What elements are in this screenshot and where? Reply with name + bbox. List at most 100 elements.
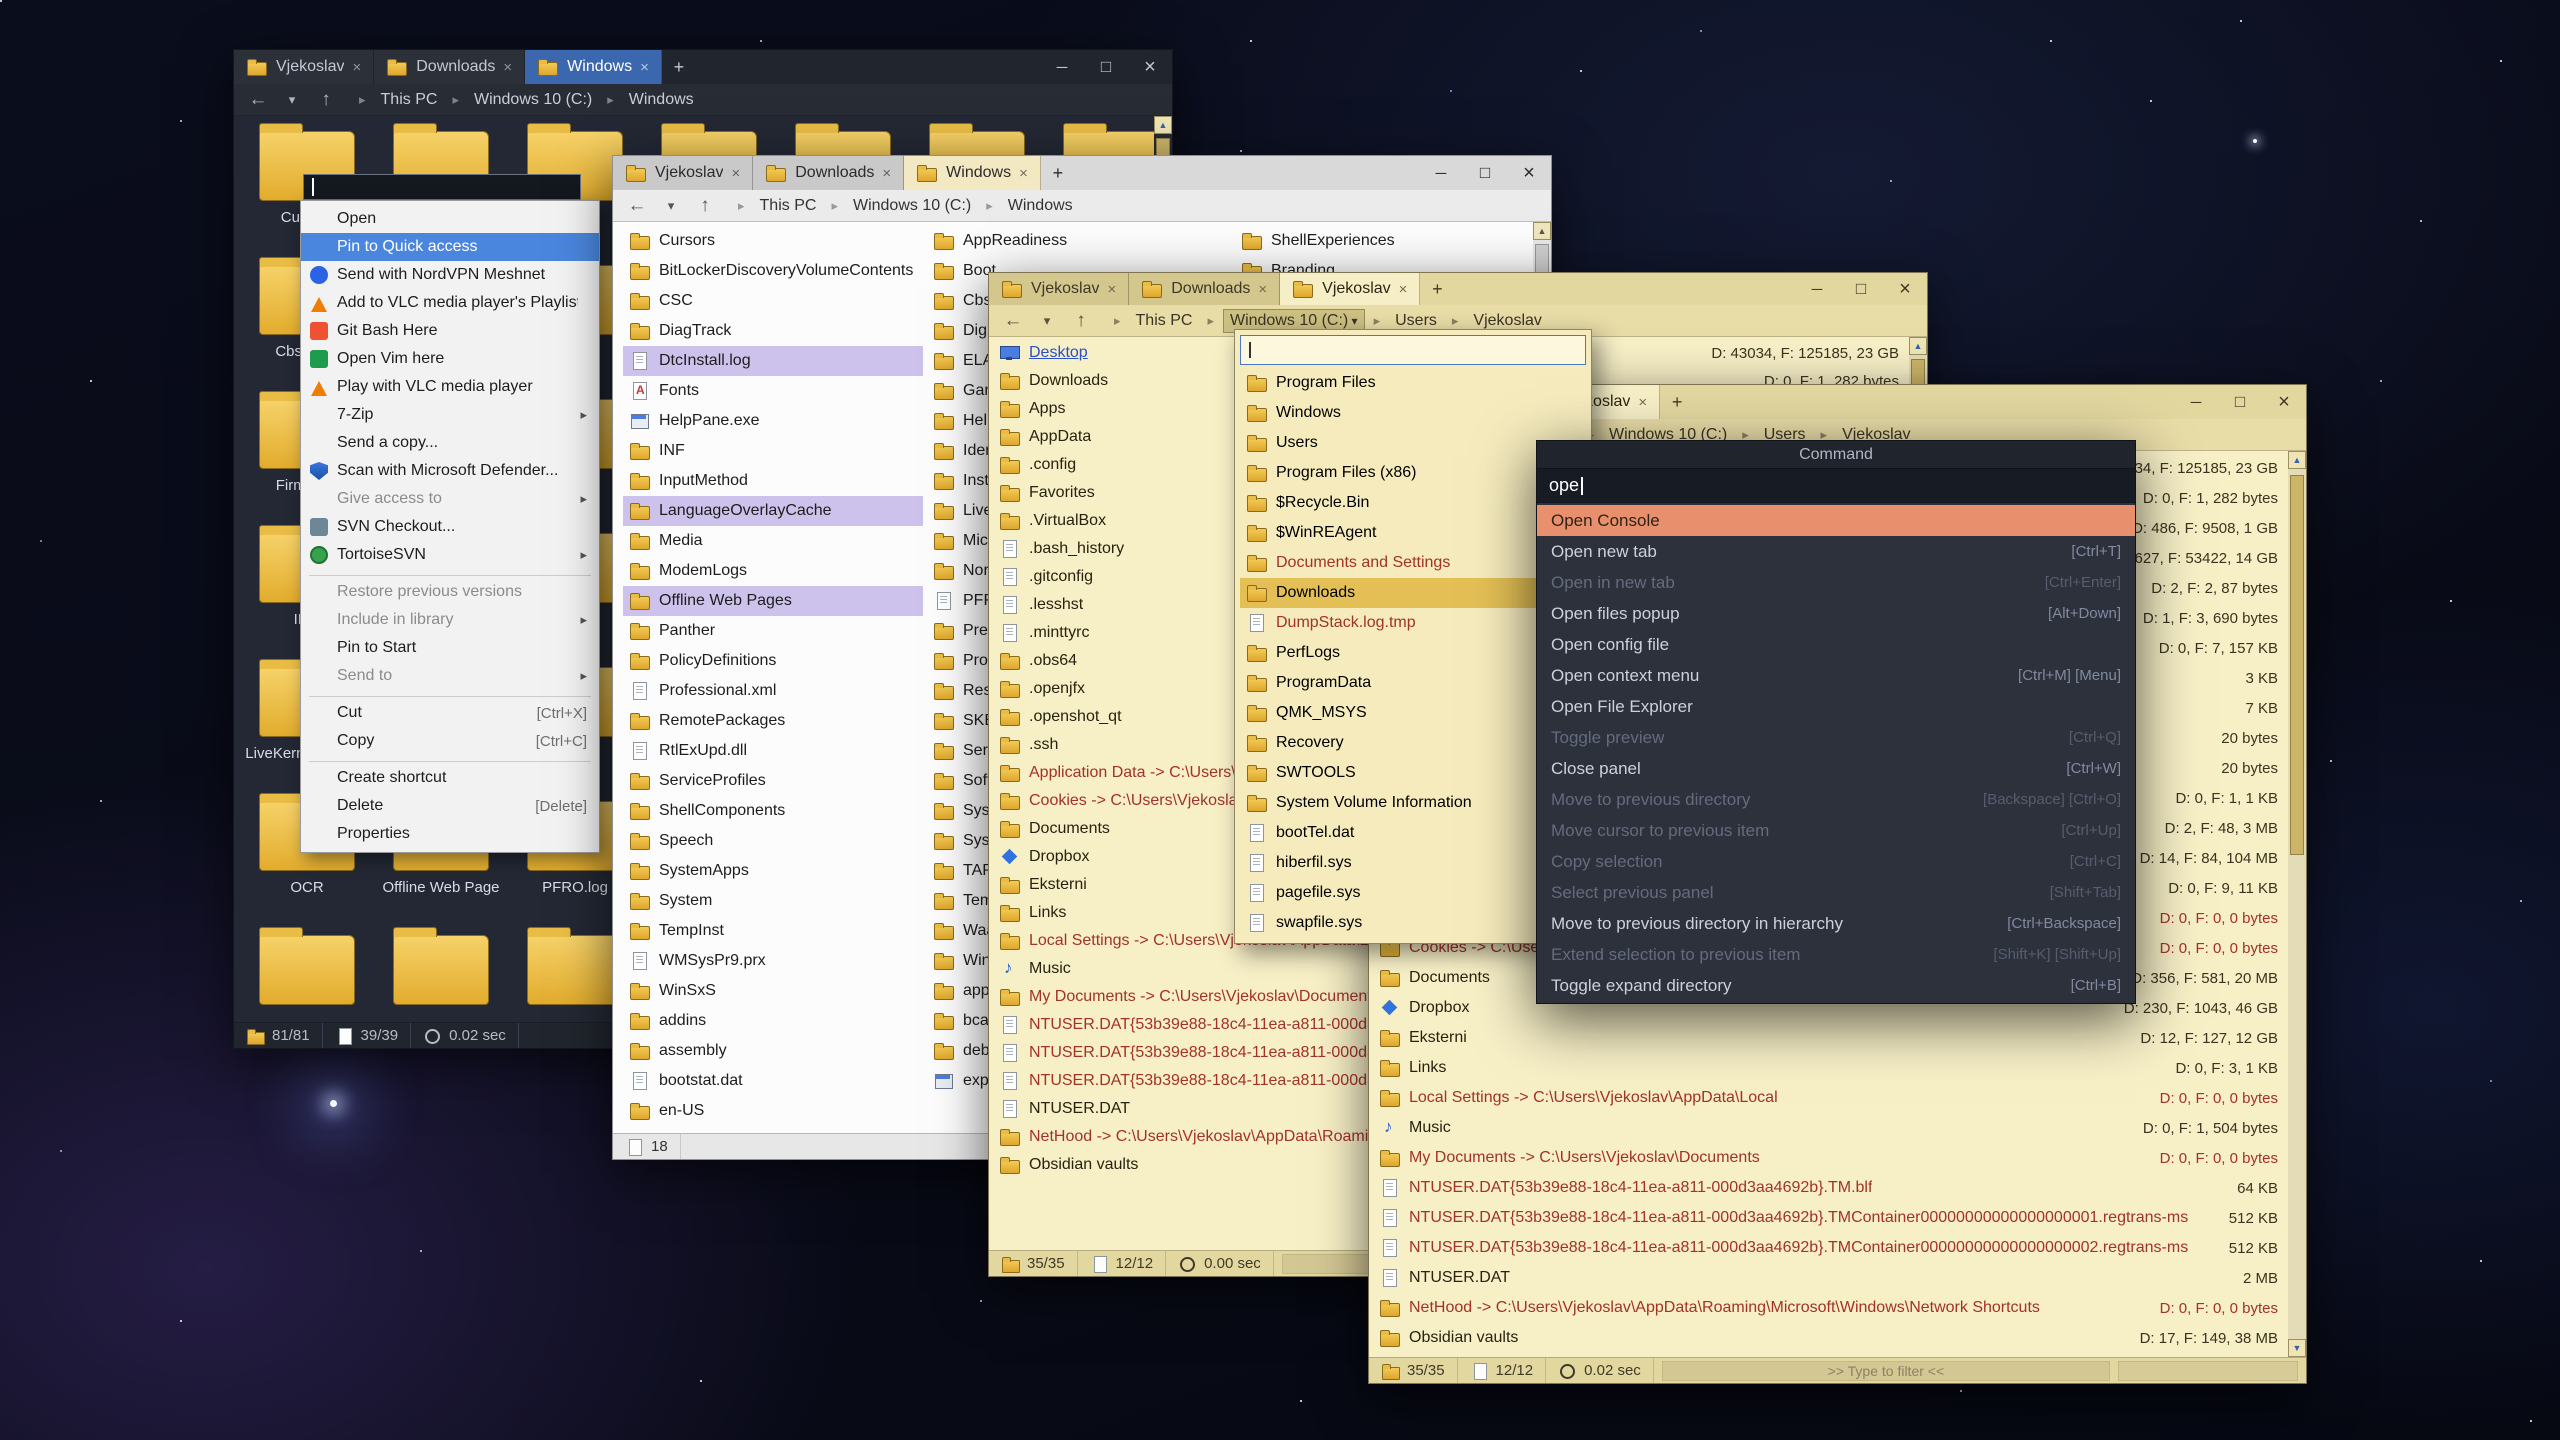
context-menu-item[interactable]: Git Bash Here (301, 317, 599, 345)
breadcrumb-segment[interactable]: This PC (350, 89, 443, 111)
context-menu-item[interactable]: Send a copy... (301, 429, 599, 457)
tab-close-icon[interactable] (640, 59, 649, 76)
file-row[interactable]: Fonts (623, 376, 923, 406)
file-row[interactable]: Offline Web Pages (623, 586, 923, 616)
history-dropdown-icon[interactable] (1031, 308, 1063, 334)
file-row[interactable]: My Documents -> C:\Users\Vjekoslav\Docum… (1369, 1143, 2288, 1173)
tab[interactable]: Vjekoslav (613, 156, 753, 190)
scroll-down-icon[interactable] (2288, 1339, 2306, 1357)
scroll-up-icon[interactable] (1154, 116, 1172, 134)
context-menu-item[interactable]: Include in library (301, 606, 599, 634)
file-row[interactable]: RemotePackages (623, 706, 923, 736)
close-button[interactable] (1507, 156, 1551, 190)
command-item[interactable]: Open File Explorer (1537, 691, 2135, 722)
drive-item[interactable]: PerfLogs (1240, 638, 1586, 668)
file-row[interactable]: NTUSER.DAT 2 MB (1369, 1263, 2288, 1293)
back-icon[interactable] (997, 308, 1029, 334)
file-row[interactable]: AppReadiness (927, 226, 1227, 256)
titlebar-drag-area[interactable] (696, 50, 1040, 84)
breadcrumb-segment[interactable]: This PC (1105, 310, 1198, 332)
scroll-up-icon[interactable] (2288, 451, 2306, 469)
new-tab-button[interactable] (1420, 273, 1454, 305)
back-icon[interactable] (621, 193, 653, 219)
command-input[interactable]: ope (1537, 469, 2135, 503)
command-item[interactable]: Open Console (1537, 505, 2135, 536)
command-item[interactable]: Toggle preview [Ctrl+Q] (1537, 722, 2135, 753)
context-menu-item[interactable] (301, 690, 599, 699)
file-row[interactable]: ModemLogs (623, 556, 923, 586)
filter-input[interactable]: >> Type to filter << (1662, 1361, 2110, 1381)
minimize-button[interactable] (1795, 273, 1839, 305)
back-icon[interactable] (242, 87, 274, 113)
file-row[interactable]: Media (623, 526, 923, 556)
context-menu-item[interactable]: Create shortcut (301, 764, 599, 792)
breadcrumb-segment[interactable]: Windows (977, 195, 1078, 217)
history-dropdown-icon[interactable] (655, 193, 687, 219)
command-item[interactable]: Move to previous directory in hierarchy … (1537, 908, 2135, 939)
drive-item[interactable]: hiberfil.sys (1240, 848, 1586, 878)
maximize-button[interactable] (1839, 273, 1883, 305)
drive-item[interactable]: Users (1240, 428, 1586, 458)
context-menu-item[interactable]: Copy [Ctrl+C] (301, 727, 599, 755)
close-button[interactable] (1128, 50, 1172, 84)
scroll-up-icon[interactable] (1533, 222, 1551, 240)
file-row[interactable]: ShellExperiences (1235, 226, 1535, 256)
drive-item[interactable]: $Recycle.Bin (1240, 488, 1586, 518)
context-menu-item[interactable]: Open (301, 205, 599, 233)
command-item[interactable]: Move to previous directory [Backspace] [… (1537, 784, 2135, 815)
context-menu-item[interactable] (301, 755, 599, 764)
context-menu-item[interactable]: Delete [Delete] (301, 792, 599, 820)
context-menu-item[interactable]: Scan with Microsoft Defender... (301, 457, 599, 485)
rename-input[interactable] (303, 174, 581, 200)
file-row[interactable]: bootstat.dat (623, 1066, 923, 1096)
path-filter-input[interactable] (1240, 335, 1586, 365)
minimize-button[interactable] (1419, 156, 1463, 190)
context-menu-item[interactable]: TortoiseSVN (301, 541, 599, 569)
file-row[interactable]: SystemApps (623, 856, 923, 886)
command-item[interactable]: Extend selection to previous item [Shift… (1537, 939, 2135, 970)
file-row[interactable]: Panther (623, 616, 923, 646)
command-item[interactable]: Open files popup [Alt+Down] (1537, 598, 2135, 629)
folder-item[interactable] (374, 926, 508, 1022)
drive-item[interactable]: swapfile.sys (1240, 908, 1586, 938)
context-menu-item[interactable]: Send with NordVPN Meshnet (301, 261, 599, 289)
minimize-button[interactable] (2174, 385, 2218, 419)
titlebar[interactable]: Vjekoslav Downloads Windows (613, 156, 1551, 190)
maximize-button[interactable] (2218, 385, 2262, 419)
tab-close-icon[interactable] (352, 59, 361, 76)
context-menu-item[interactable]: Pin to Quick access (301, 233, 599, 261)
scrollbar-thumb[interactable] (2290, 475, 2304, 855)
tab-close-icon[interactable] (882, 165, 891, 182)
tab-close-icon[interactable] (1107, 281, 1116, 298)
context-menu-item[interactable]: Pin to Start (301, 634, 599, 662)
breadcrumb-label[interactable]: This PC (754, 195, 823, 217)
command-item[interactable]: Move cursor to previous item [Ctrl+Up] (1537, 815, 2135, 846)
breadcrumb-label[interactable]: Windows (1002, 195, 1079, 217)
command-item[interactable]: Open new tab [Ctrl+T] (1537, 536, 2135, 567)
new-tab-button[interactable] (1660, 385, 1694, 419)
tab[interactable]: Vjekoslav (234, 50, 374, 84)
file-row[interactable]: NTUSER.DAT{53b39e88-18c4-11ea-a811-000d3… (1369, 1233, 2288, 1263)
file-row[interactable]: en-US (623, 1096, 923, 1126)
up-icon[interactable] (1065, 308, 1097, 334)
drive-item[interactable]: pagefile.sys (1240, 878, 1586, 908)
context-menu-item[interactable]: Cut [Ctrl+X] (301, 699, 599, 727)
context-menu-item[interactable]: Add to VLC media player's Playlist (301, 289, 599, 317)
new-tab-button[interactable] (1041, 156, 1075, 190)
context-menu-item[interactable]: Send to (301, 662, 599, 690)
file-row[interactable]: assembly (623, 1036, 923, 1066)
up-icon[interactable] (689, 193, 721, 219)
file-row[interactable]: WinSxS (623, 976, 923, 1006)
file-row[interactable]: Eksterni D: 12, F: 127, 12 GB (1369, 1023, 2288, 1053)
breadcrumb-label[interactable]: Windows 10 (C:) (468, 89, 598, 111)
command-item[interactable]: Open config file (1537, 629, 2135, 660)
file-row[interactable]: LanguageOverlayCache (623, 496, 923, 526)
file-row[interactable]: CSC (623, 286, 923, 316)
breadcrumb-segment[interactable]: Windows (598, 89, 699, 111)
file-row[interactable]: ShellComponents (623, 796, 923, 826)
file-row[interactable]: Local Settings -> C:\Users\Vjekoslav\App… (1369, 1083, 2288, 1113)
context-menu-item[interactable]: 7-Zip (301, 401, 599, 429)
drive-item[interactable]: Recovery (1240, 728, 1586, 758)
drive-item[interactable]: ProgramData (1240, 668, 1586, 698)
drive-item[interactable]: Documents and Settings (1240, 548, 1586, 578)
